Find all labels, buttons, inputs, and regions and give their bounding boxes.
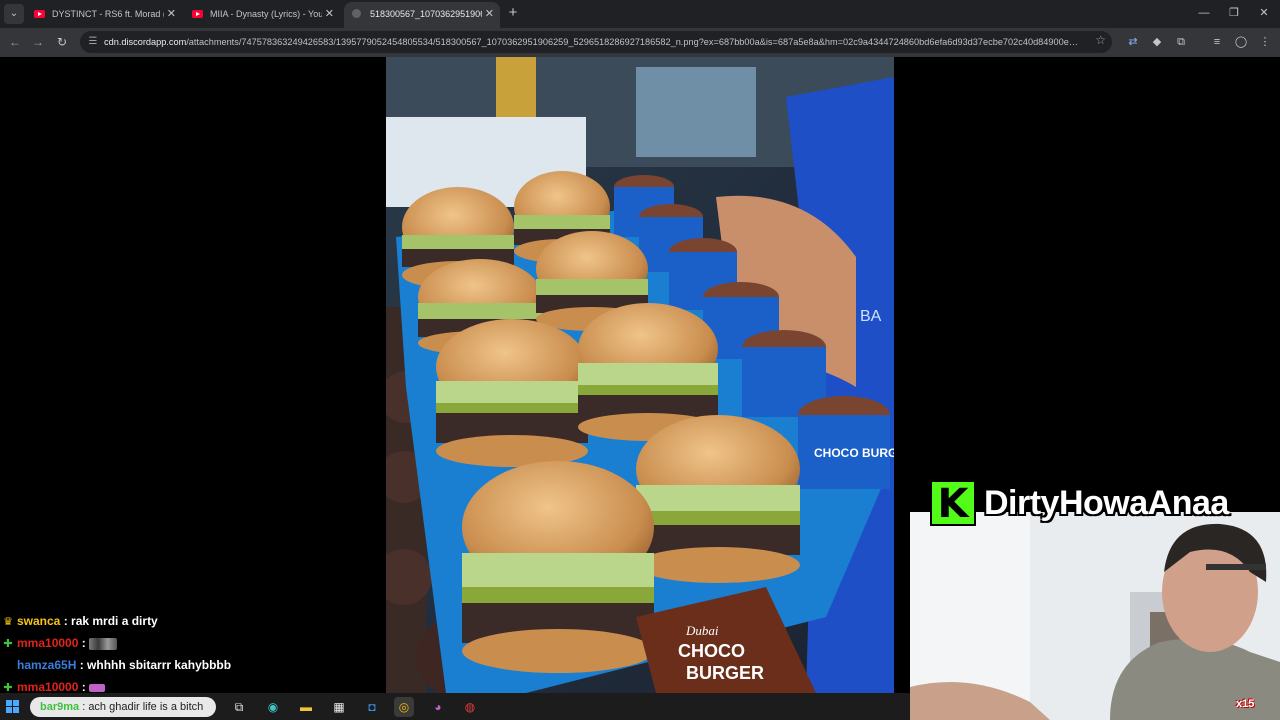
chat-username: bar9ma (40, 701, 80, 713)
chat-text: ach ghadir life is a bitch (88, 701, 204, 713)
bookmark-star-icon[interactable]: ☆ (1095, 33, 1106, 47)
tab-title: 518300567_1070362951906259 (370, 9, 482, 19)
apron-text: BA (860, 308, 882, 325)
edge-browser-icon[interactable]: ◉ (263, 697, 283, 717)
translate-icon[interactable]: ⇄ (1125, 34, 1141, 50)
displayed-image: CHOCO BURGER Dubai CHOCO BURGER BA (386, 57, 894, 693)
close-icon[interactable]: ✕ (485, 2, 494, 26)
stream-chat: ♛ swanca : rak mrdi a dirty ✚ mma10000 : h… (2, 611, 382, 699)
back-button[interactable]: ← (6, 33, 24, 51)
box-text-burger: BURGER (686, 663, 764, 683)
crown-icon: ♛ (3, 616, 13, 628)
reload-button[interactable]: ↻ (53, 33, 71, 51)
file-explorer-icon[interactable]: ▬ (296, 697, 316, 717)
tab-image[interactable]: 518300567_1070362951906259 ✕ (344, 2, 500, 28)
extension-diamond-icon[interactable]: ◆ (1149, 34, 1165, 50)
box-text-dubai: Dubai (685, 623, 719, 638)
browser-toolbar: ← → ↻ ☰ cdn.discordapp.com/attachments/7… (0, 28, 1280, 57)
minimize-button[interactable]: — (1192, 3, 1216, 23)
chat-message: hamza65H : whhhh sbitarrr kahybbbb (17, 658, 232, 672)
extensions-puzzle-icon[interactable]: ⧉ (1173, 34, 1189, 50)
chat-message: ♛ swanca : rak mrdi a dirty (2, 611, 382, 633)
store-icon[interactable]: ▦ (329, 697, 349, 717)
taskbar-search-box[interactable]: bar9ma : ach ghadir life is a bitch (30, 697, 216, 717)
close-window-button[interactable]: ✕ (1252, 3, 1276, 23)
close-icon[interactable]: ✕ (325, 2, 334, 26)
discord-icon[interactable]: ◕ (428, 697, 448, 717)
chat-text: whhhh sbitarrr kahybbbb (87, 658, 232, 672)
chat-username: hamza65H (17, 658, 77, 672)
chrome-icon[interactable]: ◎ (394, 697, 414, 717)
outlook-icon[interactable]: ◘ (362, 697, 382, 717)
choco-burger-photo: CHOCO BURGER Dubai CHOCO BURGER BA (386, 57, 894, 693)
menu-kebab-icon[interactable]: ⋮ (1257, 34, 1273, 50)
box-text-choco: CHOCO (678, 641, 745, 661)
chat-message: ✚ mma10000 : (2, 633, 382, 655)
webcam-feed (910, 512, 1280, 720)
watermark-label: x15 (1236, 698, 1255, 710)
chat-text: rak mrdi a dirty (71, 614, 158, 628)
chat-username: mma10000 (17, 680, 79, 694)
chat-emote (89, 683, 106, 692)
youtube-icon (192, 10, 203, 18)
address-bar[interactable]: ☰ cdn.discordapp.com/attachments/7475783… (80, 31, 1112, 53)
close-icon[interactable]: ✕ (167, 2, 176, 26)
new-tab-button[interactable]: + (504, 4, 522, 22)
youtube-icon (34, 10, 45, 18)
diamond-icon: ✚ (3, 638, 13, 650)
chat-username: mma10000 (17, 636, 79, 650)
site-info-icon[interactable]: ☰ (86, 34, 100, 50)
url-path: /attachments/747578363249426583/13957790… (186, 37, 1080, 47)
restore-button[interactable]: ❐ (1222, 3, 1246, 23)
cup-label: CHOCO BURGER (814, 446, 894, 460)
tab-dystinct[interactable]: DYSTINCT - RS6 ft. Morad (Official ✕ (26, 2, 182, 28)
task-view-icon[interactable]: ⧉ (229, 697, 249, 717)
chat-emote (89, 637, 118, 650)
chat-username: swanca (17, 614, 61, 628)
tab-title: MIIA - Dynasty (Lyrics) - YouTube (210, 9, 322, 19)
profile-icon[interactable]: ◯ (1233, 34, 1249, 50)
forward-button[interactable]: → (29, 33, 47, 51)
media-controls-icon[interactable]: ≡ (1209, 34, 1225, 50)
tab-search-button[interactable]: ⌄ (4, 4, 24, 24)
obs-recording-icon[interactable]: ◍ (460, 697, 480, 717)
kick-logo-icon: K (930, 480, 976, 526)
streamer-name: DirtyHowaAnaa (984, 484, 1229, 522)
tab-miia[interactable]: MIIA - Dynasty (Lyrics) - YouTube ✕ (184, 2, 340, 28)
windows-start-icon[interactable] (6, 700, 19, 713)
url-host: cdn.discordapp.com (104, 37, 187, 47)
tab-title: DYSTINCT - RS6 ft. Morad (Official (52, 9, 164, 19)
tab-strip: ⌄ DYSTINCT - RS6 ft. Morad (Official ✕ M… (0, 0, 1280, 28)
url-text[interactable]: cdn.discordapp.com/attachments/747578363… (104, 31, 1080, 53)
windows-taskbar: bar9ma : ach ghadir life is a bitch ⧉ ◉ … (0, 693, 910, 720)
webcam-image (910, 512, 1280, 720)
globe-icon (352, 9, 361, 18)
